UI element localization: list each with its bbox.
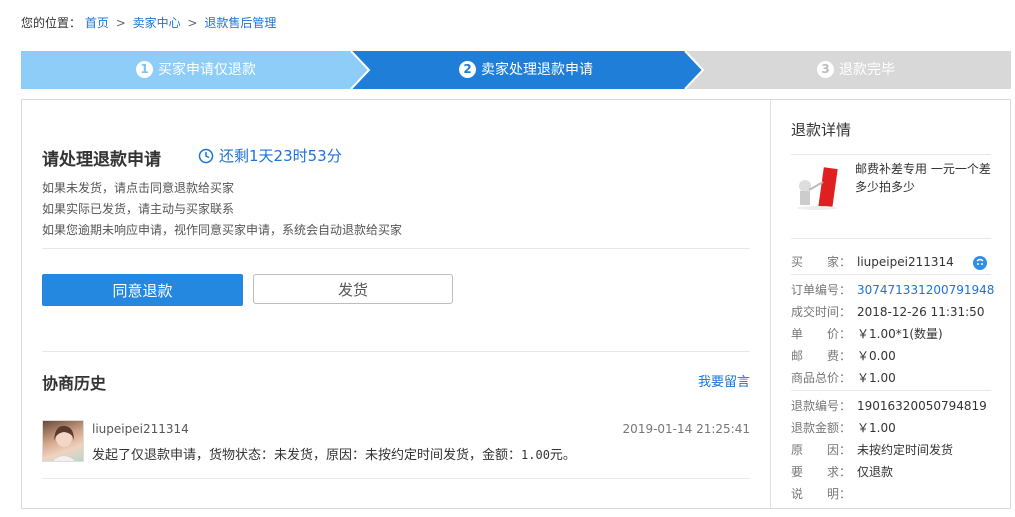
avatar bbox=[42, 420, 84, 462]
breadcrumb-separator: > bbox=[115, 16, 126, 30]
divider bbox=[791, 238, 991, 239]
refund-reason-label: 原 因： bbox=[791, 443, 852, 457]
countdown-timer: 还剩1天23时53分 bbox=[198, 145, 342, 166]
step-3-label: 退款完毕 bbox=[839, 62, 895, 78]
ship-button[interactable]: 发货 bbox=[253, 274, 453, 304]
product-image-icon bbox=[791, 160, 843, 212]
step-1: 1 买家申请仅退款 bbox=[136, 51, 256, 89]
step-1-number: 1 bbox=[136, 61, 153, 78]
history-username: liupeipei211314 bbox=[92, 422, 189, 436]
refund-amount-value: ￥1.00 bbox=[857, 421, 896, 435]
breadcrumb-seller-center-link[interactable]: 卖家中心 bbox=[133, 16, 181, 30]
unit-price-value: ￥1.00*1(数量) bbox=[857, 327, 943, 341]
details-title: 退款详情 bbox=[791, 121, 852, 139]
shipping-fee-row: 邮 费： ￥0.00 bbox=[791, 348, 1001, 364]
shipping-fee-value: ￥0.00 bbox=[857, 349, 896, 363]
total-price-value: ￥1.00 bbox=[857, 371, 896, 385]
refund-reason-value: 未按约定时间发货 bbox=[857, 443, 954, 457]
total-price-label: 商品总价： bbox=[791, 371, 852, 385]
buyer-row: 买 家： liupeipei211314 bbox=[791, 254, 1001, 270]
deal-time-label: 成交时间： bbox=[791, 305, 852, 319]
divider bbox=[791, 390, 991, 391]
history-message: 发起了仅退款申请，货物状态：未发货，原因：未按约定时间发货，金额：1.00元。 bbox=[92, 444, 576, 463]
step-1-label: 买家申请仅退款 bbox=[158, 62, 256, 78]
negotiation-history-title: 协商历史 bbox=[42, 374, 107, 393]
breadcrumb-label: 您的位置： bbox=[21, 16, 82, 30]
buyer-label: 买 家： bbox=[791, 255, 852, 269]
refund-number-label: 退款编号： bbox=[791, 399, 852, 413]
order-number-row: 订单编号： 307471331200791948 bbox=[791, 282, 1001, 298]
unit-price-label: 单 价： bbox=[791, 327, 852, 341]
divider bbox=[42, 478, 750, 479]
chat-icon[interactable] bbox=[972, 255, 988, 271]
order-number-label: 订单编号： bbox=[791, 283, 852, 297]
leave-message-link[interactable]: 我要留言 bbox=[698, 371, 750, 390]
buyer-value: liupeipei211314 bbox=[857, 255, 954, 269]
total-price-row: 商品总价： ￥1.00 bbox=[791, 370, 1001, 386]
user-photo-icon bbox=[53, 425, 75, 461]
refund-panel: 请处理退款申请 还剩1天23时53分 如果未发货，请点击同意退款给买家 如果实际… bbox=[21, 99, 1011, 509]
refund-amount-label: 退款金额： bbox=[791, 421, 852, 435]
product-thumbnail[interactable] bbox=[791, 160, 843, 212]
step-3-number: 3 bbox=[817, 61, 834, 78]
breadcrumb-home-link[interactable]: 首页 bbox=[85, 16, 109, 30]
deal-time-value: 2018-12-26 11:31:50 bbox=[857, 305, 985, 319]
history-message-amount: 1.00 bbox=[521, 448, 550, 462]
refund-number-row: 退款编号： 19016320050794819 bbox=[791, 398, 1001, 414]
unit-price-row: 单 价： ￥1.00*1(数量) bbox=[791, 326, 1001, 342]
breadcrumb-separator: > bbox=[187, 16, 198, 30]
divider bbox=[791, 274, 991, 275]
step-3: 3 退款完毕 bbox=[817, 51, 895, 89]
divider bbox=[42, 248, 750, 249]
order-number-link[interactable]: 307471331200791948 bbox=[857, 283, 994, 297]
deal-time-row: 成交时间： 2018-12-26 11:31:50 bbox=[791, 304, 1001, 320]
step-2: 2 卖家处理退款申请 bbox=[459, 51, 593, 89]
page-title: 请处理退款申请 bbox=[42, 150, 161, 170]
divider bbox=[42, 351, 750, 352]
refund-number-value: 19016320050794819 bbox=[857, 399, 987, 413]
refund-request-row: 要 求： 仅退款 bbox=[791, 464, 1001, 480]
notice-line: 如果您逾期未响应申请，视作同意买家申请，系统会自动退款给买家 bbox=[42, 223, 403, 237]
notice-line: 如果未发货，请点击同意退款给买家 bbox=[42, 181, 235, 195]
refund-action-area: 请处理退款申请 还剩1天23时53分 如果未发货，请点击同意退款给买家 如果实际… bbox=[22, 100, 770, 508]
refund-reason-row: 原 因： 未按约定时间发货 bbox=[791, 442, 1001, 458]
refund-note-row: 说 明： bbox=[791, 486, 1001, 502]
agree-refund-button[interactable]: 同意退款 bbox=[42, 274, 243, 306]
refund-amount-row: 退款金额： ￥1.00 bbox=[791, 420, 1001, 436]
breadcrumb: 您的位置： 首页 > 卖家中心 > 退款售后管理 bbox=[21, 14, 276, 31]
breadcrumb-refund-management-link[interactable]: 退款售后管理 bbox=[204, 16, 276, 30]
step-2-label: 卖家处理退款申请 bbox=[481, 62, 593, 78]
refund-progress-steps: 1 买家申请仅退款 2 卖家处理退款申请 3 退款完毕 bbox=[21, 51, 1011, 89]
shipping-fee-label: 邮 费： bbox=[791, 349, 852, 363]
refund-request-value: 仅退款 bbox=[857, 465, 894, 479]
step-2-number: 2 bbox=[459, 61, 476, 78]
countdown-text: 还剩1天23时53分 bbox=[219, 147, 342, 165]
refund-request-label: 要 求： bbox=[791, 465, 852, 479]
clock-icon bbox=[198, 148, 214, 163]
product-name[interactable]: 邮费补差专用 一元一个差多少拍多少 bbox=[855, 160, 995, 196]
notice-line: 如果实际已发货，请主动与买家联系 bbox=[42, 202, 235, 216]
history-timestamp: 2019-01-14 21:25:41 bbox=[622, 422, 750, 436]
refund-details-panel: 退款详情 邮费补差专用 一元一个差多少拍多少 买 家： liupeipei2113… bbox=[770, 100, 1010, 508]
refund-note-label: 说 明： bbox=[791, 487, 852, 501]
history-message-suffix: 元。 bbox=[549, 448, 576, 463]
history-message-text: 发起了仅退款申请，货物状态：未发货，原因：未按约定时间发货，金额： bbox=[92, 448, 522, 463]
divider bbox=[791, 154, 991, 155]
